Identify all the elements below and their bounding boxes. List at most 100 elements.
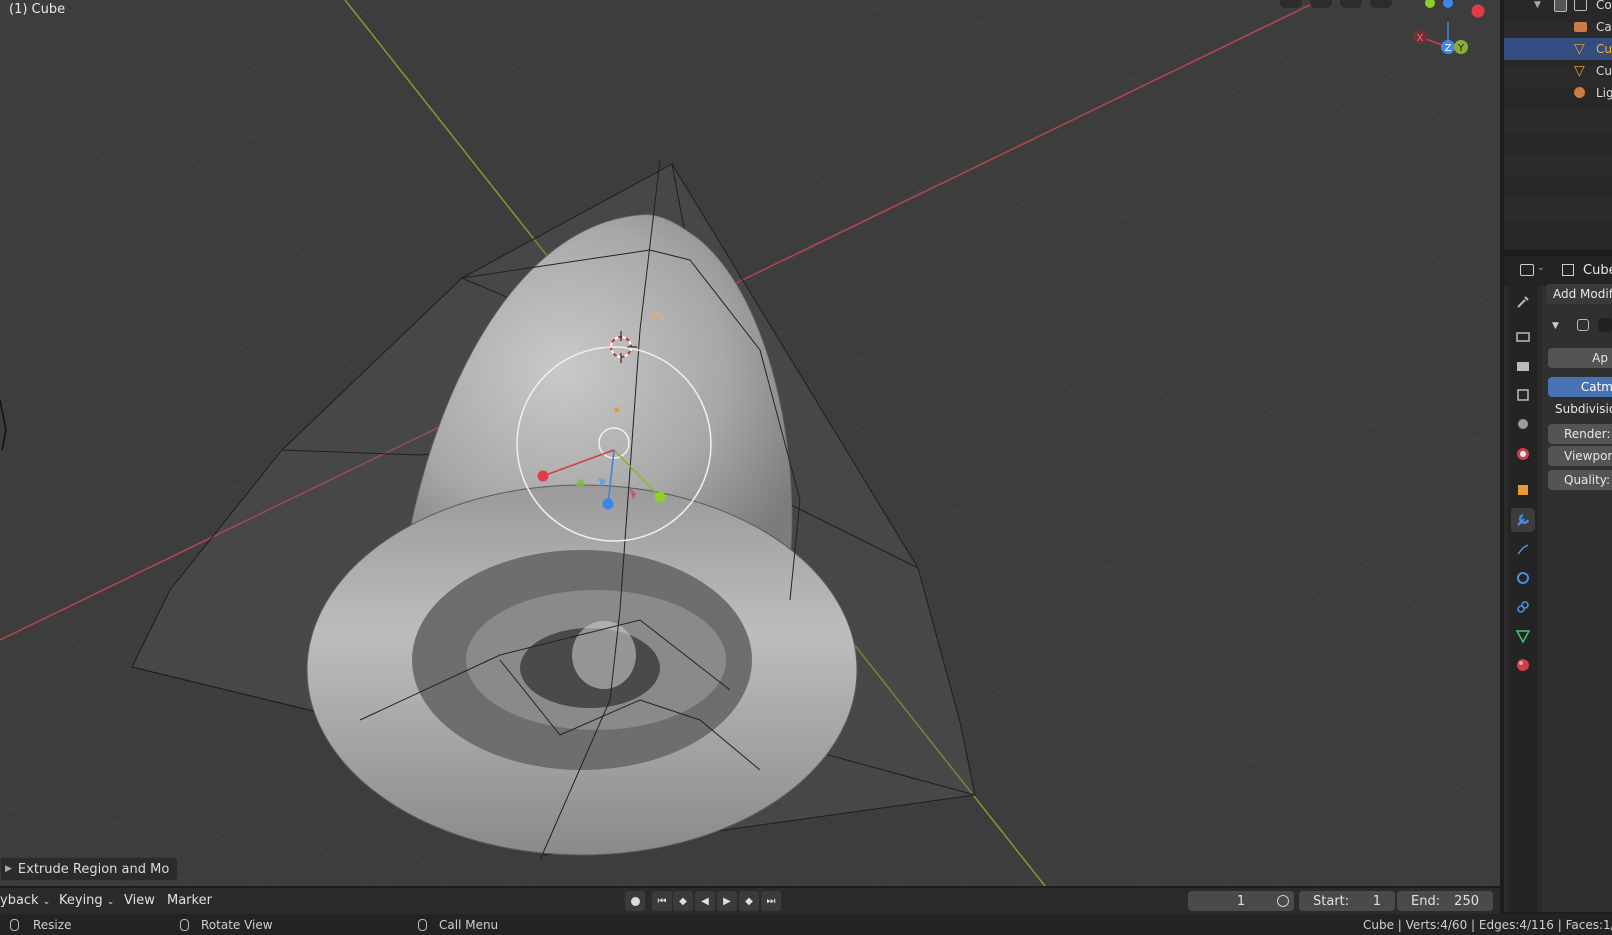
viewport-object-label: (1) Cube [9,2,66,17]
chevron-down-icon[interactable]: ⌄ [1537,263,1545,273]
gizmo-neg-z-icon[interactable] [1443,0,1453,8]
apply-button[interactable]: Ap [1548,348,1612,368]
rotate-label: Rotate View [201,918,273,932]
collapse-arrow-icon[interactable]: ▼ [1534,0,1541,10]
properties-editor[interactable]: ⌄ Cube Add Modifi ▼ Ap Catm Subdivisio R… [1504,256,1612,912]
viewport-solid-button[interactable] [1370,0,1392,8]
checkbox-icon[interactable] [1554,0,1567,12]
modifier-icon[interactable] [1511,508,1535,532]
play-reverse-button[interactable]: ◀ [695,891,715,911]
keying-menu[interactable]: Keying ⌄ [59,893,114,908]
editor-type-icon[interactable] [1520,264,1534,276]
viewport-shading-button[interactable] [1310,0,1332,8]
outliner-item-label: Co [1596,0,1612,12]
expand-arrow-icon[interactable]: ▶ [5,864,12,874]
jump-start-button[interactable]: ⏮ [652,891,672,911]
view-layer-icon[interactable] [1511,383,1535,407]
jump-keyframe-back-button[interactable]: ◆ [673,891,693,911]
catmull-clark-button[interactable]: Catm [1548,377,1612,397]
last-operator-label: Extrude Region and Mo [17,861,170,877]
chevron-down-icon: ⌄ [42,897,51,907]
jump-keyframe-forward-button[interactable]: ◆ [739,891,759,911]
subsurf-modifier-icon [1577,319,1589,331]
outliner-item-cube-selected[interactable]: ▽ Cu [1504,38,1612,60]
object-context-icon [1562,264,1574,276]
gizmo-neg-y-icon[interactable] [1425,0,1435,8]
outliner-stripe [1504,198,1612,220]
particles-icon[interactable] [1511,537,1535,561]
physics-icon[interactable] [1511,566,1535,590]
viewport-xray-button[interactable] [1340,0,1362,8]
mouse-right-icon [418,919,427,931]
marker-menu[interactable]: Marker [167,893,212,908]
end-value: 250 [1454,893,1479,909]
outliner-item-camera[interactable]: Ca [1504,16,1612,38]
playback-menu[interactable]: yback ⌄ [0,893,50,908]
render-icon[interactable] [1511,324,1535,348]
tool-icon[interactable] [1511,290,1535,314]
start-label: Start: [1313,893,1350,909]
modifier-panel[interactable]: Add Modifi ▼ Ap Catm Subdivisio Render: … [1542,284,1612,912]
object-name: Cube [1583,263,1612,278]
viewport-levels-field[interactable]: Viewpor [1548,446,1612,466]
outliner-stripe [1504,110,1612,132]
camera-icon [1574,22,1587,32]
gizmo-neg-x-icon[interactable] [1471,4,1485,18]
gizmo-z-label: Z [1445,43,1452,54]
mesh-torus[interactable] [306,484,858,856]
render-levels-field[interactable]: Render: [1548,424,1612,444]
outliner-item-label: Lig [1596,86,1612,100]
origin-dot [614,407,620,413]
constraints-icon[interactable] [1511,595,1535,619]
collapse-arrow-icon[interactable]: ▼ [1552,321,1559,331]
material-icon[interactable] [1511,653,1535,677]
outliner-item-cube[interactable]: ▽ Cu [1504,60,1612,82]
data-icon[interactable] [1511,624,1535,648]
outliner[interactable]: ▼ Co Ca ▽ Cu ▽ Cu Lig [1504,0,1612,250]
subdivision-label: Subdivisio [1555,402,1612,416]
3d-viewport[interactable]: (1) Cube X Z Y ▶ Extrude Region and Mo [0,0,1500,886]
preview-range-button[interactable] [1273,891,1293,911]
scene-icon[interactable] [1511,412,1535,436]
object-icon[interactable] [1511,478,1535,502]
jump-start-icon: ⏮ [657,895,667,907]
light-icon [1574,87,1585,98]
playback-label: yback [0,893,39,908]
start-value: 1 [1372,893,1381,909]
timeline-header[interactable]: yback ⌄ Keying ⌄ View Marker ⏮ ◆ ◀ ▶ ◆ ⏭… [0,888,1500,914]
last-operator-panel[interactable]: ▶ Extrude Region and Mo [0,857,179,881]
record-button[interactable] [625,891,645,911]
end-label: End: [1411,893,1441,909]
outliner-item-light[interactable]: Lig [1504,82,1612,104]
output-icon[interactable] [1511,354,1535,378]
quality-field[interactable]: Quality: [1548,470,1612,490]
stopwatch-icon [1277,895,1289,907]
status-bar: Resize Rotate View Call Menu Cube | Vert… [0,914,1612,935]
add-modifier-button[interactable]: Add Modifi [1546,284,1612,304]
collection-icon [1574,0,1587,11]
navigation-gizmo[interactable]: X Z Y [1400,0,1500,70]
mesh-icon: ▽ [1574,41,1585,57]
viewport-overlay-button[interactable] [1280,0,1302,8]
modifier-name-field[interactable] [1598,318,1612,332]
world-icon[interactable] [1511,442,1535,466]
gizmo-y-label: Y [1457,43,1465,54]
outliner-item-collection[interactable]: ▼ Co [1504,0,1612,16]
outliner-item-label: Cu [1596,64,1612,78]
catmull-label: Catm [1580,380,1612,394]
end-frame-field[interactable]: End: 250 [1397,891,1493,911]
status-hint-menu: Call Menu [418,918,498,932]
properties-header: ⌄ Cube [1504,256,1612,286]
jump-end-button[interactable]: ⏭ [761,891,781,911]
play-button[interactable]: ▶ [717,891,737,911]
properties-tabs[interactable] [1508,286,1538,912]
jump-end-icon: ⏭ [766,895,776,907]
outliner-item-label: Cu [1596,42,1612,56]
mesh-icon: ▽ [1574,63,1585,79]
view-menu[interactable]: View [124,893,155,908]
scene-statistics: Cube | Verts:4/60 | Edges:4/116 | Faces:… [1363,918,1612,932]
mouse-left-icon [10,919,19,931]
viewport-scene[interactable] [0,0,1500,886]
viewport-header-buttons[interactable] [1280,0,1392,8]
start-frame-field[interactable]: Start: 1 [1299,891,1395,911]
